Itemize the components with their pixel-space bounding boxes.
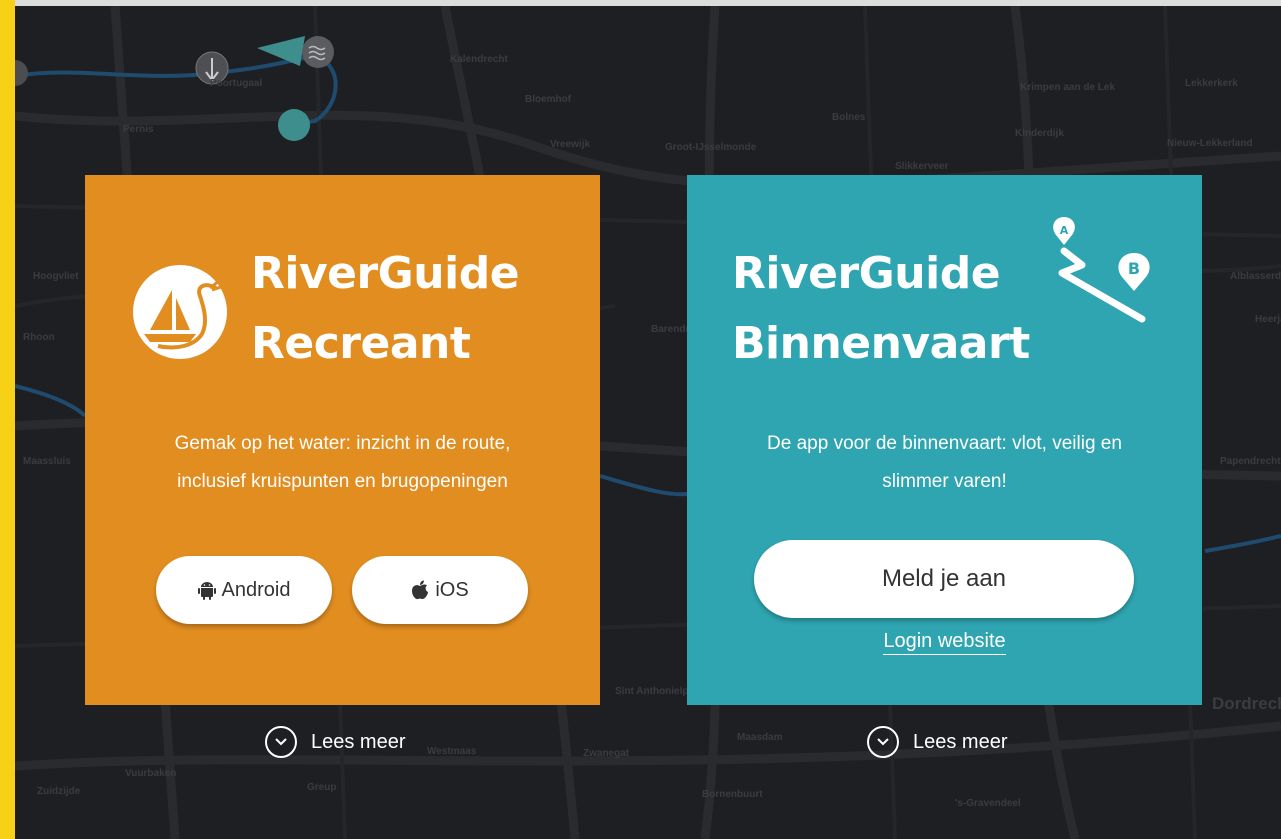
android-button[interactable]: Android [156,556,332,624]
map-label: Krimpen aan de Lek [1020,82,1116,93]
marker-a-label: A [1059,224,1069,237]
map-label: Kalendrecht [450,54,508,65]
map-label: Papendrecht [1220,456,1281,467]
map-label: Westmaas [427,746,477,757]
map-label: Greup [307,782,337,793]
marker-b-label: B [1127,259,1141,278]
map-label: Vreewijk [550,139,591,150]
recreant-read-more-label: Lees meer [311,730,406,753]
map-label: Kinderdijk [1015,128,1064,139]
recreant-description-line2: inclusief kruispunten en brugopeningen [177,471,508,492]
map-label: Bloemhof [525,94,572,105]
chevron-down-icon [265,726,297,758]
chevron-down-icon [867,726,899,758]
left-accent-bar [0,0,15,839]
recreant-title-line1: RiverGuide [251,248,520,299]
map-label: Heerjansdam [1255,314,1281,325]
recreant-title-line2: Recreant [251,318,471,369]
map-label: Lekkerkerk [1185,78,1238,89]
recreant-read-more-link[interactable]: Lees meer [265,726,406,758]
map-label: Maassluis [23,456,71,467]
map-label: Alblasserdam [1230,271,1281,282]
map-label: Groot-IJsselmonde [665,142,757,153]
map-label: Slikkerveer [895,161,949,172]
map-label: Maasdam [737,732,783,743]
binnenvaart-title-line2: Binnenvaart [732,318,1030,369]
apple-icon [412,580,429,600]
binnenvaart-title-line1: RiverGuide [732,248,1001,299]
map-label: Bornenbuurt [702,789,763,800]
ios-button[interactable]: iOS [352,556,528,624]
map-label: Rhoon [23,332,55,343]
android-label: Android [221,578,291,601]
binnenvaart-description-line1: De app voor de binnenvaart: vlot, veilig… [767,433,1122,454]
android-icon [197,582,216,600]
binnenvaart-description-line2: slimmer varen! [882,471,1007,492]
recreant-card: RiverGuide Recreant Gemak op het water: … [85,175,600,705]
map-label: Hoogvliet [33,271,79,282]
login-website-link-wrap: Login website [687,630,1202,655]
sailboat-logo-icon [133,265,227,359]
map-label: Poortugaal [210,78,263,89]
signup-button[interactable]: Meld je aan [754,540,1134,618]
binnenvaart-card: RiverGuide Binnenvaart A B De app voor d… [687,175,1202,705]
recreant-description-line1: Gemak op het water: inzicht in de route, [174,433,511,454]
map-label: Bolnes [832,112,866,123]
map-label: Vuurbaken [125,768,177,779]
map-label: Pernis [123,124,154,135]
map-label: 's-Gravendeel [955,798,1021,809]
binnenvaart-read-more-label: Lees meer [913,730,1008,753]
map-label: Dordrecht [1212,694,1281,713]
login-website-link[interactable]: Login website [883,630,1006,655]
binnenvaart-read-more-link[interactable]: Lees meer [867,726,1008,758]
ios-label: iOS [435,578,469,601]
map-label: Zuidzijde [37,786,81,797]
map-label: Zwanegat [583,748,630,759]
map-label: Nieuw-Lekkerland [1167,138,1253,149]
